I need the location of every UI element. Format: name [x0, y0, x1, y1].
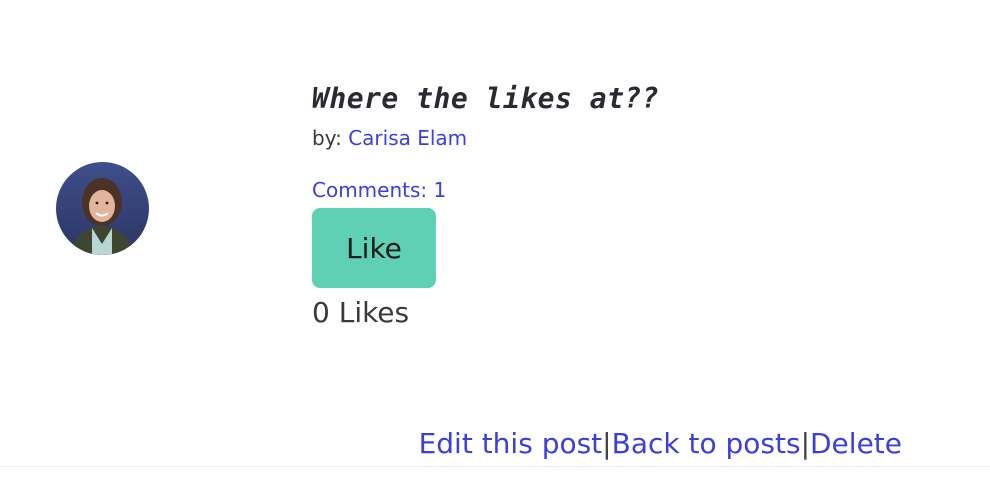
likes-count: 0 Likes [312, 296, 410, 329]
author-avatar [56, 162, 149, 255]
by-label: by: [312, 126, 342, 150]
separator: | [800, 427, 810, 460]
post-title: Where the likes at?? [312, 82, 660, 115]
bottom-divider [0, 466, 990, 467]
post-actions: Edit this post|Back to posts|Delete [419, 425, 902, 463]
delete-post-link[interactable]: Delete [810, 427, 902, 460]
separator: | [602, 427, 612, 460]
author-link[interactable]: Carisa Elam [348, 126, 467, 150]
post-byline: by: Carisa Elam [312, 126, 912, 150]
comments-link[interactable]: Comments: 1 [312, 178, 446, 202]
back-to-posts-link[interactable]: Back to posts [612, 427, 801, 460]
edit-post-link[interactable]: Edit this post [419, 427, 603, 460]
post-detail: Where the likes at?? by: Carisa Elam Com… [312, 80, 912, 332]
like-button[interactable]: Like [312, 208, 436, 288]
